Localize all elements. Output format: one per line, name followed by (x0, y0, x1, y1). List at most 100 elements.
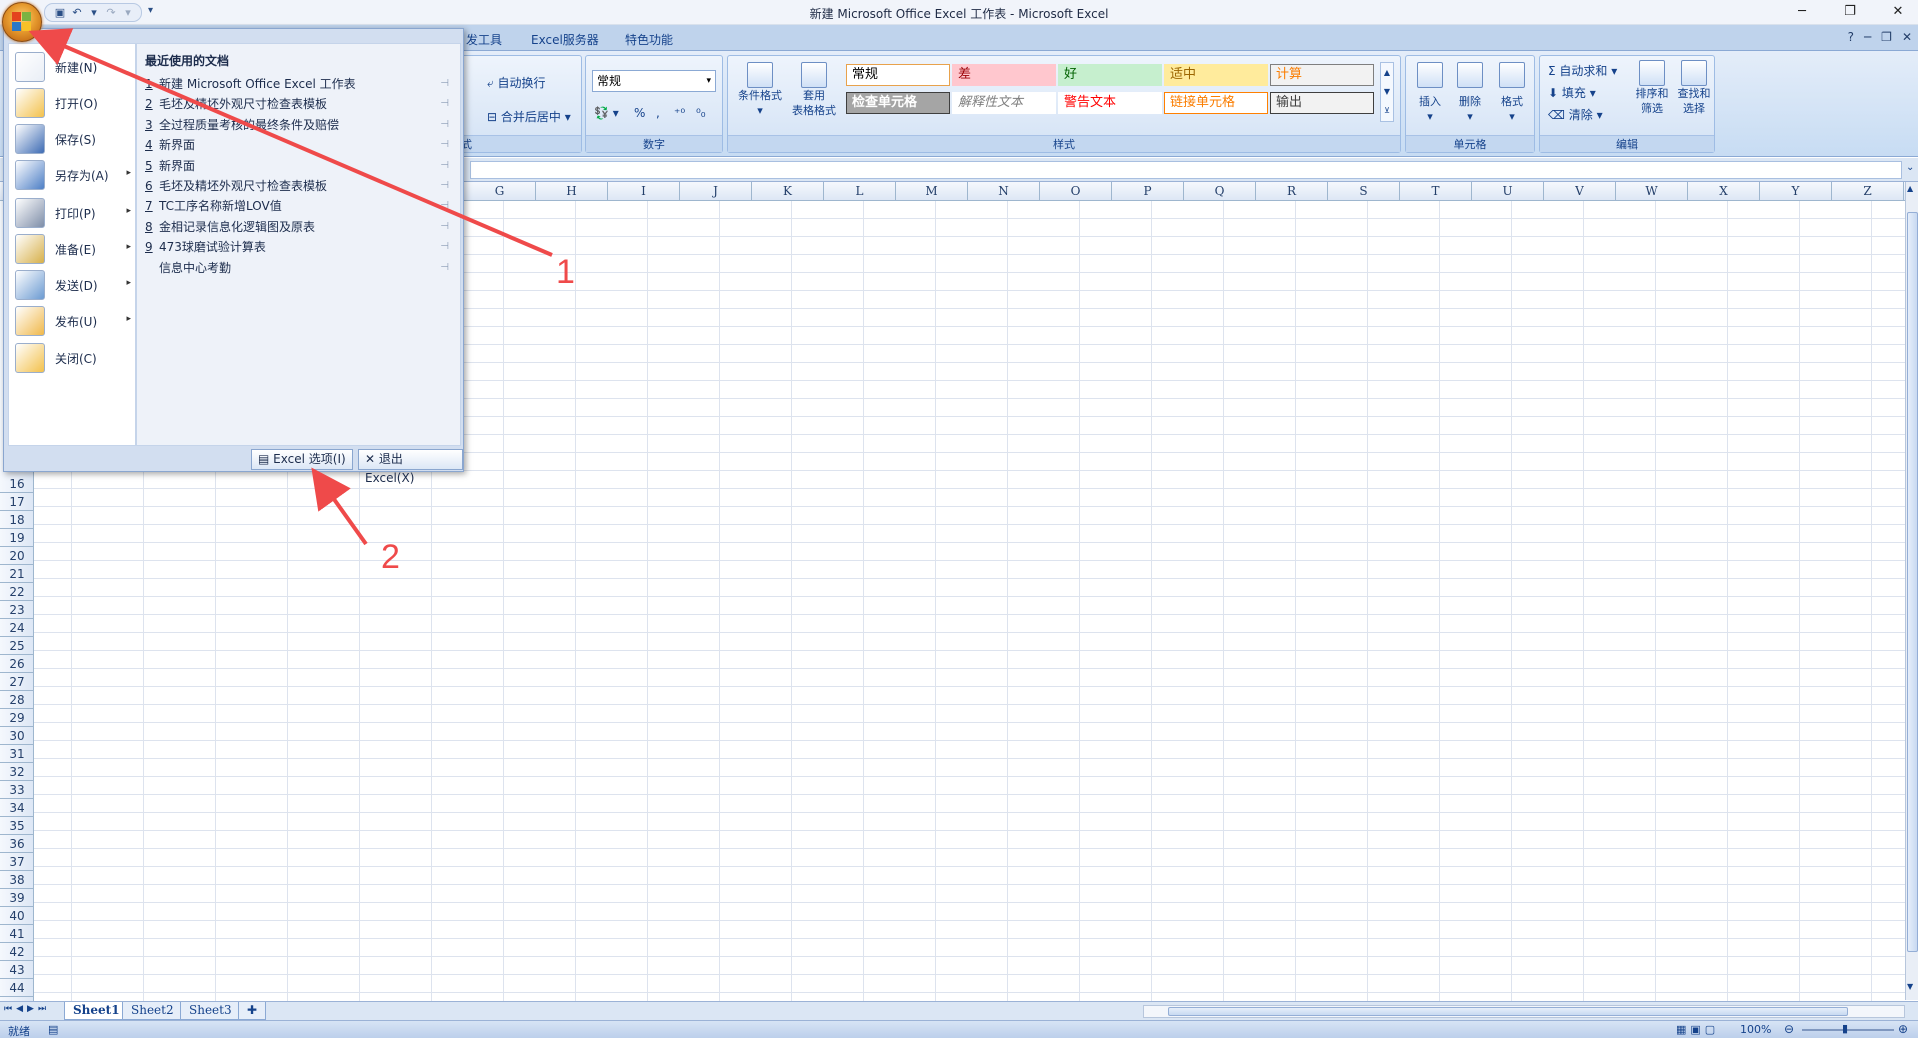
column-header[interactable]: J (680, 182, 752, 201)
column-header[interactable]: U (1472, 182, 1544, 201)
vertical-scroll-thumb[interactable] (1907, 212, 1918, 952)
column-header[interactable]: V (1544, 182, 1616, 201)
column-header[interactable]: S (1328, 182, 1400, 201)
redo-icon[interactable]: ↷ (104, 6, 118, 20)
row-header[interactable]: 37 (0, 853, 34, 871)
column-header[interactable]: X (1688, 182, 1760, 201)
column-header[interactable]: H (536, 182, 608, 201)
column-header[interactable]: P (1112, 182, 1184, 201)
dropdown-arrow-icon[interactable]: ▾ (121, 6, 135, 20)
row-header[interactable]: 24 (0, 619, 34, 637)
help-icon[interactable]: ? (1848, 30, 1854, 44)
format-as-table-button[interactable]: 套用 表格格式 (786, 62, 842, 118)
column-header[interactable]: R (1256, 182, 1328, 201)
fill-button[interactable]: ⬇ 填充 ▾ (1548, 84, 1596, 101)
vertical-scrollbar[interactable]: ▲ ▼ (1905, 182, 1918, 1000)
column-header[interactable]: O (1040, 182, 1112, 201)
row-header[interactable]: 35 (0, 817, 34, 835)
scroll-down-icon[interactable]: ▼ (1907, 982, 1913, 991)
sheet-tab-3[interactable]: Sheet3 (180, 1002, 241, 1020)
row-header[interactable]: 36 (0, 835, 34, 853)
insert-sheet-icon[interactable]: ✚ (238, 1002, 267, 1020)
zoom-in-icon[interactable]: ⊕ (1898, 1022, 1908, 1036)
pin-icon[interactable]: ⊣ (440, 135, 449, 155)
save-icon[interactable]: ▣ (53, 6, 67, 20)
delete-button[interactable]: 删除 ▾ (1452, 62, 1488, 124)
recent-document-item[interactable]: 1 新建 Microsoft Office Excel 工作表 ⊣ (145, 74, 455, 94)
currency-button[interactable]: 💱 ▾ (594, 106, 619, 120)
row-header[interactable]: 44 (0, 979, 34, 997)
column-header[interactable]: Y (1760, 182, 1832, 201)
customize-qat-icon[interactable]: ▾ (148, 5, 153, 16)
merge-center-button[interactable]: ⊟ 合并后居中 ▾ (487, 108, 571, 125)
restore-button[interactable]: ❐ (1830, 2, 1870, 22)
horizontal-scrollbar[interactable] (1143, 1005, 1905, 1018)
pin-icon[interactable]: ⊣ (440, 237, 449, 257)
zoom-out-icon[interactable]: ⊖ (1784, 1022, 1794, 1036)
cell-style-swatch[interactable]: 警告文本 (1058, 92, 1162, 114)
column-header[interactable]: M (896, 182, 968, 201)
cell-style-swatch[interactable]: 计算 (1270, 64, 1374, 86)
macro-record-icon[interactable]: ▤ (48, 1023, 58, 1036)
office-menu-item[interactable]: 准备(E) ▸ (15, 230, 135, 268)
office-menu-item[interactable]: 另存为(A) ▸ (15, 156, 135, 194)
tab-excel-server[interactable]: Excel服务器 (531, 31, 599, 48)
office-menu-item[interactable]: 发送(D) ▸ (15, 266, 135, 304)
pin-icon[interactable]: ⊣ (440, 258, 449, 278)
ribbon-minimize-icon[interactable]: ─ (1864, 30, 1871, 44)
recent-document-item[interactable]: 2 毛坯及精坯外观尺寸检查表模板 ⊣ (145, 94, 455, 114)
column-header[interactable]: N (968, 182, 1040, 201)
cell-style-swatch[interactable]: 链接单元格 (1164, 92, 1268, 114)
gallery-scroll[interactable]: ▲ ▼ ⊻ (1380, 62, 1394, 122)
row-header[interactable]: 34 (0, 799, 34, 817)
column-header[interactable]: Z (1832, 182, 1904, 201)
sort-filter-button[interactable]: 排序和 筛选 (1632, 60, 1672, 116)
excel-options-button[interactable]: ▤ Excel 选项(I) (251, 449, 353, 470)
cell-style-swatch[interactable]: 好 (1058, 64, 1162, 86)
row-header[interactable]: 42 (0, 943, 34, 961)
ribbon-close-icon[interactable]: ✕ (1902, 30, 1912, 44)
decrease-decimal-icon[interactable]: ⁰₀ (696, 106, 706, 120)
expand-formula-icon[interactable]: ⌄ (1906, 162, 1914, 173)
recent-document-item[interactable]: 6 毛坯及精坯外观尺寸检查表模板 ⊣ (145, 176, 455, 196)
row-header[interactable]: 21 (0, 565, 34, 583)
sheet-tab-1[interactable]: Sheet1 (64, 1002, 129, 1020)
column-header[interactable]: K (752, 182, 824, 201)
row-header[interactable]: 17 (0, 493, 34, 511)
row-header[interactable]: 30 (0, 727, 34, 745)
recent-document-item[interactable]: 5 新界面 ⊣ (145, 156, 455, 176)
number-format-select[interactable]: 常规 ▾ (592, 70, 716, 92)
row-header[interactable]: 38 (0, 871, 34, 889)
cell-style-swatch[interactable]: 输出 (1270, 92, 1374, 114)
autosum-button[interactable]: Σ 自动求和 ▾ (1548, 62, 1617, 79)
view-buttons[interactable]: ▦▣▢ (1676, 1023, 1719, 1036)
cell-style-swatch[interactable]: 差 (952, 64, 1056, 86)
recent-document-item[interactable]: 信息中心考勤 ⊣ (145, 258, 455, 278)
exit-excel-button[interactable]: ✕ 退出 Excel(X) (358, 449, 463, 485)
clear-button[interactable]: ⌫ 清除 ▾ (1548, 106, 1603, 123)
office-menu-item[interactable]: 发布(U) ▸ (15, 302, 135, 340)
horizontal-scroll-thumb[interactable] (1168, 1007, 1848, 1016)
comma-button[interactable]: , (656, 106, 660, 120)
row-header[interactable]: 18 (0, 511, 34, 529)
column-header[interactable]: W (1616, 182, 1688, 201)
office-button[interactable] (2, 2, 42, 42)
office-menu-item[interactable]: 打开(O) (15, 84, 135, 122)
row-header[interactable]: 33 (0, 781, 34, 799)
dropdown-arrow-icon[interactable]: ▾ (87, 6, 101, 20)
office-menu-item[interactable]: 关闭(C) (15, 339, 135, 377)
row-header[interactable]: 39 (0, 889, 34, 907)
recent-document-item[interactable]: 8 金相记录信息化逻辑图及原表 ⊣ (145, 217, 455, 237)
office-menu-item[interactable]: 打印(P) ▸ (15, 194, 135, 232)
row-header[interactable]: 32 (0, 763, 34, 781)
column-header[interactable]: I (608, 182, 680, 201)
minimize-button[interactable]: ─ (1782, 2, 1822, 22)
recent-document-item[interactable]: 7 TC工序名称新增LOV值 ⊣ (145, 196, 455, 216)
row-header[interactable]: 23 (0, 601, 34, 619)
column-header[interactable]: T (1400, 182, 1472, 201)
ribbon-restore-icon[interactable]: ❐ (1881, 30, 1892, 44)
wrap-text-button[interactable]: ⤶ 自动换行 (487, 74, 546, 91)
find-select-button[interactable]: 查找和 选择 (1674, 60, 1714, 116)
increase-decimal-icon[interactable]: ⁺⁰ (674, 106, 685, 120)
pin-icon[interactable]: ⊣ (440, 156, 449, 176)
